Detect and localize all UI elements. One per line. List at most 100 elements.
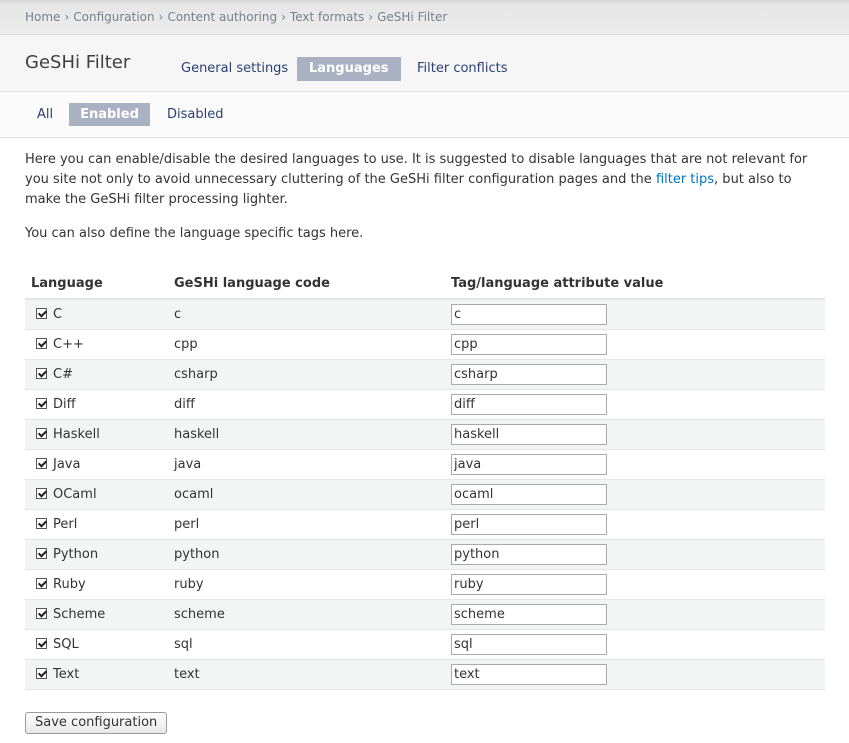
enable-checkbox[interactable] bbox=[36, 368, 47, 379]
tag-value-input[interactable] bbox=[451, 424, 607, 445]
breadcrumb-bar: Home › Configuration › Content authoring › Tex… bbox=[0, 0, 849, 35]
header-language[interactable]: Language bbox=[25, 268, 168, 300]
cell-language: C++ bbox=[25, 329, 168, 360]
table-row: Text text bbox=[25, 659, 825, 690]
cell-tag-value bbox=[445, 419, 825, 450]
cell-geshi-code: c bbox=[168, 299, 445, 330]
enable-checkbox[interactable] bbox=[36, 638, 47, 649]
cell-language: Perl bbox=[25, 509, 168, 540]
cell-geshi-code: text bbox=[168, 659, 445, 690]
cell-tag-value bbox=[445, 569, 825, 600]
enable-checkbox[interactable] bbox=[36, 608, 47, 619]
tag-value-input[interactable] bbox=[451, 454, 607, 475]
cell-tag-value bbox=[445, 299, 825, 330]
enable-checkbox[interactable] bbox=[36, 518, 47, 529]
breadcrumb-separator: › bbox=[158, 10, 164, 24]
language-label: C# bbox=[53, 367, 73, 382]
tab-languages[interactable]: Languages bbox=[297, 57, 401, 81]
enable-checkbox[interactable] bbox=[36, 428, 47, 439]
language-label: Text bbox=[53, 667, 80, 682]
enable-checkbox[interactable] bbox=[36, 338, 47, 349]
cell-tag-value bbox=[445, 479, 825, 510]
subtab-enabled[interactable]: Enabled bbox=[69, 103, 150, 126]
table-row: Perl perl bbox=[25, 509, 825, 540]
breadcrumb-separator: › bbox=[368, 10, 374, 24]
cell-geshi-code: java bbox=[168, 449, 445, 480]
tab-filter-conflicts[interactable]: Filter conflicts bbox=[405, 57, 520, 81]
cell-tag-value bbox=[445, 659, 825, 690]
enable-checkbox[interactable] bbox=[36, 398, 47, 409]
cell-geshi-code: sql bbox=[168, 629, 445, 660]
table-row: C# csharp bbox=[25, 359, 825, 390]
tag-value-input[interactable] bbox=[451, 664, 607, 685]
cell-language: SQL bbox=[25, 629, 168, 660]
cell-language: Text bbox=[25, 659, 168, 690]
breadcrumb-configuration[interactable]: Configuration bbox=[73, 10, 154, 24]
description: Here you can enable/disable the desired … bbox=[25, 150, 825, 210]
language-label: SQL bbox=[53, 637, 79, 652]
table-row: Cc bbox=[25, 299, 825, 330]
enable-checkbox[interactable] bbox=[36, 488, 47, 499]
tag-value-input[interactable] bbox=[451, 514, 607, 535]
tag-value-input[interactable] bbox=[451, 634, 607, 655]
cell-geshi-code: ocaml bbox=[168, 479, 445, 510]
breadcrumb-home[interactable]: Home bbox=[25, 10, 60, 24]
tab-general-settings[interactable]: General settings bbox=[169, 57, 300, 81]
tag-value-input[interactable] bbox=[451, 334, 607, 355]
cell-geshi-code: haskell bbox=[168, 419, 445, 450]
table-row: Python python bbox=[25, 539, 825, 570]
cell-language: Java bbox=[25, 449, 168, 480]
cell-tag-value bbox=[445, 449, 825, 480]
language-label: OCaml bbox=[53, 487, 97, 502]
language-label: Ruby bbox=[53, 577, 86, 592]
language-label: Scheme bbox=[53, 607, 106, 622]
breadcrumb-separator: › bbox=[281, 10, 286, 24]
subtab-all[interactable]: All bbox=[25, 103, 53, 126]
languages-table: Language GeSHi language code Tag/languag… bbox=[25, 268, 825, 690]
cell-language: C bbox=[25, 299, 168, 330]
breadcrumb-text-formats[interactable]: Text formats bbox=[290, 10, 364, 24]
breadcrumb-geshi-filter[interactable]: GeSHi Filter bbox=[377, 10, 447, 24]
language-label: C bbox=[53, 307, 63, 322]
tag-value-input[interactable] bbox=[451, 604, 607, 625]
filter-tips-link[interactable]: filter tips bbox=[656, 172, 714, 187]
table-header-row: Language GeSHi language code Tag/languag… bbox=[25, 268, 825, 300]
enable-checkbox[interactable] bbox=[36, 548, 47, 559]
language-label: Haskell bbox=[53, 427, 100, 442]
cell-language: Haskell bbox=[25, 419, 168, 450]
cell-tag-value bbox=[445, 359, 825, 390]
cell-tag-value bbox=[445, 329, 825, 360]
cell-geshi-code: perl bbox=[168, 509, 445, 540]
page-title: GeSHi Filter bbox=[25, 52, 131, 73]
cell-geshi-code: diff bbox=[168, 389, 445, 420]
description-tags: You can also define the language specifi… bbox=[25, 226, 364, 241]
cell-tag-value bbox=[445, 509, 825, 540]
cell-language: Python bbox=[25, 539, 168, 570]
cell-tag-value bbox=[445, 389, 825, 420]
tag-value-input[interactable] bbox=[451, 544, 607, 565]
enable-checkbox[interactable] bbox=[36, 578, 47, 589]
save-configuration-button[interactable]: Save configuration bbox=[25, 712, 168, 734]
breadcrumb-content-authoring[interactable]: Content authoring bbox=[167, 10, 277, 24]
cell-geshi-code: scheme bbox=[168, 599, 445, 630]
enable-checkbox[interactable] bbox=[36, 668, 47, 679]
tag-value-input[interactable] bbox=[451, 394, 607, 415]
cell-geshi-code: csharp bbox=[168, 359, 445, 390]
language-label: Python bbox=[53, 547, 99, 562]
language-label: C++ bbox=[53, 337, 84, 352]
tag-value-input[interactable] bbox=[451, 574, 607, 595]
enable-checkbox[interactable] bbox=[36, 308, 47, 319]
table-row: SQL sql bbox=[25, 629, 825, 660]
tag-value-input[interactable] bbox=[451, 484, 607, 505]
tag-value-input[interactable] bbox=[451, 304, 607, 325]
cell-geshi-code: ruby bbox=[168, 569, 445, 600]
subtab-disabled[interactable]: Disabled bbox=[155, 103, 235, 126]
header-tag-value[interactable]: Tag/language attribute value bbox=[445, 268, 825, 300]
enable-checkbox[interactable] bbox=[36, 458, 47, 469]
tag-value-input[interactable] bbox=[451, 364, 607, 385]
cell-language: Scheme bbox=[25, 599, 168, 630]
header-geshi-code[interactable]: GeSHi language code bbox=[168, 268, 445, 300]
table-row: Haskell haskell bbox=[25, 419, 825, 450]
breadcrumb: Home › Configuration › Content authoring › Tex… bbox=[25, 10, 447, 24]
table-body: CcC++cppC#csharpDiffdiffHaskellhaskellJa… bbox=[25, 299, 825, 690]
